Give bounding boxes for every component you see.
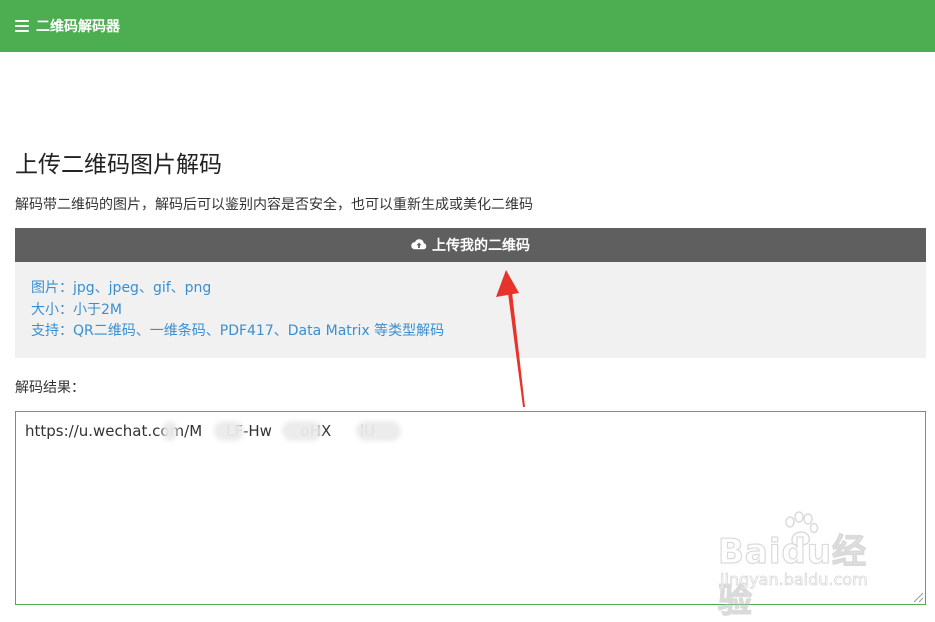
privacy-blur bbox=[214, 421, 244, 441]
upload-button-label: 上传我的二维码 bbox=[432, 238, 530, 254]
page-description: 解码带二维码的图片，解码后可以鉴别内容是否安全，也可以重新生成或美化二维码 bbox=[15, 197, 533, 213]
resize-grip-icon[interactable] bbox=[912, 591, 924, 603]
cloud-upload-icon bbox=[411, 239, 427, 250]
upload-qr-button[interactable]: 上传我的二维码 bbox=[15, 228, 926, 262]
info-supported-types: 支持：QR二维码、一维条码、PDF417、Data Matrix 等类型解码 bbox=[31, 323, 445, 339]
app-header: 二维码解码器 bbox=[0, 0, 935, 52]
page-title: 上传二维码图片解码 bbox=[15, 152, 222, 178]
info-size: 大小：小于2M bbox=[31, 301, 122, 318]
baidu-watermark: Baidu经验 jingyan.baidu.com bbox=[717, 510, 888, 622]
result-label: 解码结果： bbox=[15, 380, 85, 396]
privacy-blur bbox=[356, 421, 401, 441]
hamburger-menu-icon[interactable] bbox=[15, 20, 29, 32]
info-formats: 图片：jpg、jpeg、gif、png bbox=[31, 280, 212, 296]
app-title: 二维码解码器 bbox=[36, 19, 120, 35]
watermark-domain: jingyan.baidu.com bbox=[720, 570, 868, 590]
upload-info-box: 图片：jpg、jpeg、gif、png 大小：小于2M 支持：QR二维码、一维条… bbox=[15, 262, 926, 358]
privacy-blur bbox=[282, 421, 322, 441]
privacy-blur bbox=[163, 421, 177, 441]
